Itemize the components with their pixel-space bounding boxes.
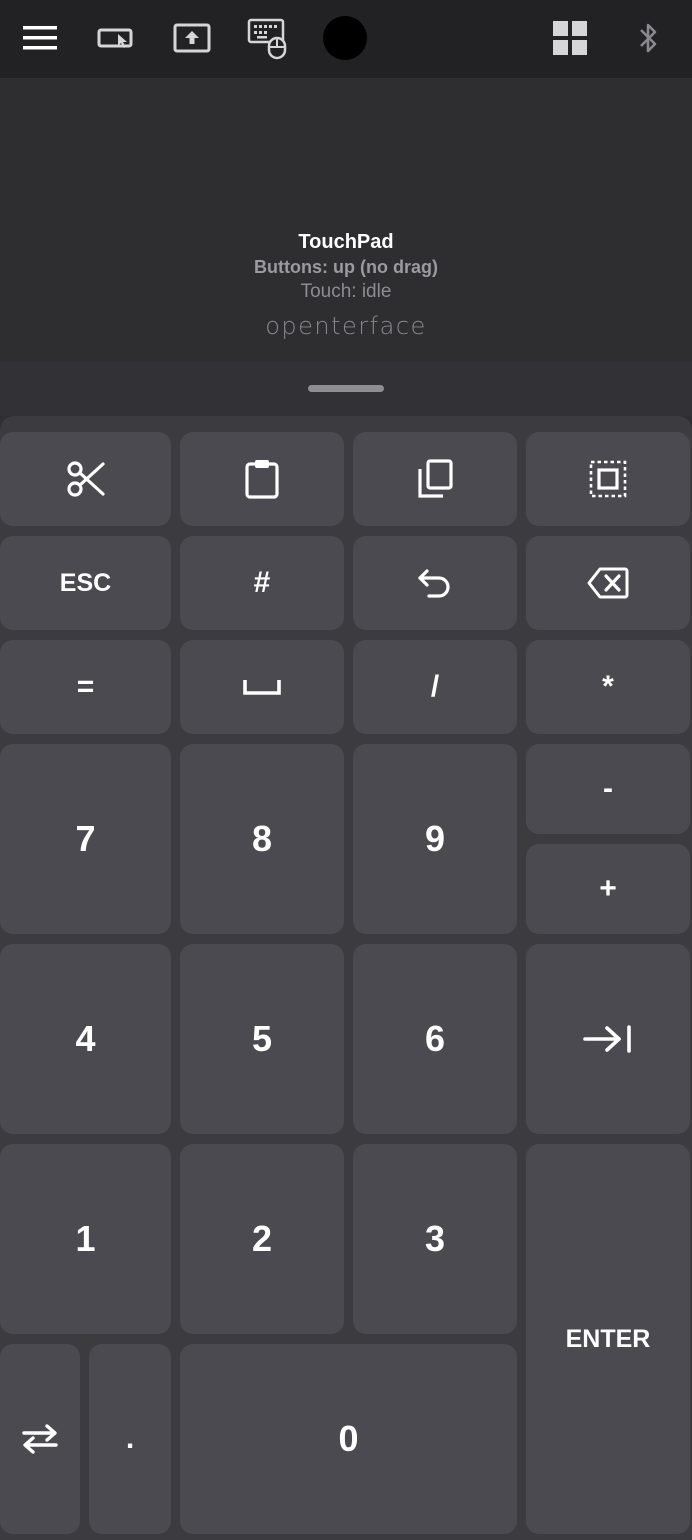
cut-key[interactable] <box>0 432 171 526</box>
key-0[interactable]: 0 <box>180 1344 517 1534</box>
slash-key[interactable]: / <box>353 640 517 734</box>
copy-key[interactable] <box>353 432 517 526</box>
clipboard-icon <box>245 460 279 499</box>
minus-key[interactable]: - <box>526 744 690 834</box>
bluetooth-icon <box>640 23 657 53</box>
upload-screen-icon <box>173 23 211 53</box>
tab-key[interactable] <box>526 944 690 1134</box>
key-9[interactable]: 9 <box>353 744 517 934</box>
space-key[interactable] <box>180 640 344 734</box>
top-toolbar <box>0 0 692 78</box>
copy-icon <box>418 459 453 498</box>
key-3[interactable]: 3 <box>353 1144 517 1334</box>
key-2[interactable]: 2 <box>180 1144 344 1334</box>
enter-key[interactable]: ENTER <box>526 1144 690 1534</box>
keyboard-mouse-button[interactable] <box>244 14 292 62</box>
backspace-icon <box>587 567 629 599</box>
switch-layout-key[interactable] <box>0 1344 80 1534</box>
dot-key[interactable]: . <box>89 1344 171 1534</box>
asterisk-key[interactable]: * <box>526 640 690 734</box>
undo-key[interactable] <box>353 536 517 630</box>
screen-mouse-icon <box>97 28 133 48</box>
touch-status: Touch: idle <box>300 281 392 302</box>
paste-key[interactable] <box>180 432 344 526</box>
keyboard-mouse-icon <box>247 18 287 60</box>
undo-icon <box>418 569 450 598</box>
key-5[interactable]: 5 <box>180 944 344 1134</box>
esc-key[interactable]: ESC <box>0 536 171 630</box>
sheet-handle-area[interactable] <box>0 362 692 416</box>
bluetooth-button[interactable] <box>625 14 673 62</box>
grid-button[interactable] <box>546 14 594 62</box>
hash-key[interactable]: # <box>180 536 344 630</box>
touchpad-area[interactable]: TouchPad Buttons: up (no drag) Touch: id… <box>0 78 692 362</box>
space-icon <box>243 680 281 695</box>
menu-button[interactable] <box>16 14 64 62</box>
drag-handle[interactable] <box>308 385 384 392</box>
touchpad-title: TouchPad <box>298 231 394 253</box>
equals-key[interactable]: = <box>0 640 171 734</box>
record-dot-icon <box>323 16 367 60</box>
select-all-key[interactable] <box>526 432 690 526</box>
select-all-icon <box>589 460 627 498</box>
key-7[interactable]: 7 <box>0 744 171 934</box>
key-4[interactable]: 4 <box>0 944 171 1134</box>
upload-screen-button[interactable] <box>168 14 216 62</box>
backspace-key[interactable] <box>526 536 690 630</box>
screen-mouse-button[interactable] <box>92 14 140 62</box>
tab-arrow-icon <box>583 1025 631 1053</box>
swap-arrows-icon <box>22 1424 58 1454</box>
key-8[interactable]: 8 <box>180 744 344 934</box>
key-1[interactable]: 1 <box>0 1144 171 1334</box>
menu-icon <box>23 26 57 50</box>
record-button[interactable] <box>320 13 370 63</box>
openterface-logo: openterface <box>265 312 427 340</box>
plus-key[interactable]: + <box>526 844 690 934</box>
buttons-status: Buttons: up (no drag) <box>254 257 438 277</box>
key-6[interactable]: 6 <box>353 944 517 1134</box>
grid-icon <box>553 21 587 55</box>
scissors-icon <box>66 461 105 497</box>
